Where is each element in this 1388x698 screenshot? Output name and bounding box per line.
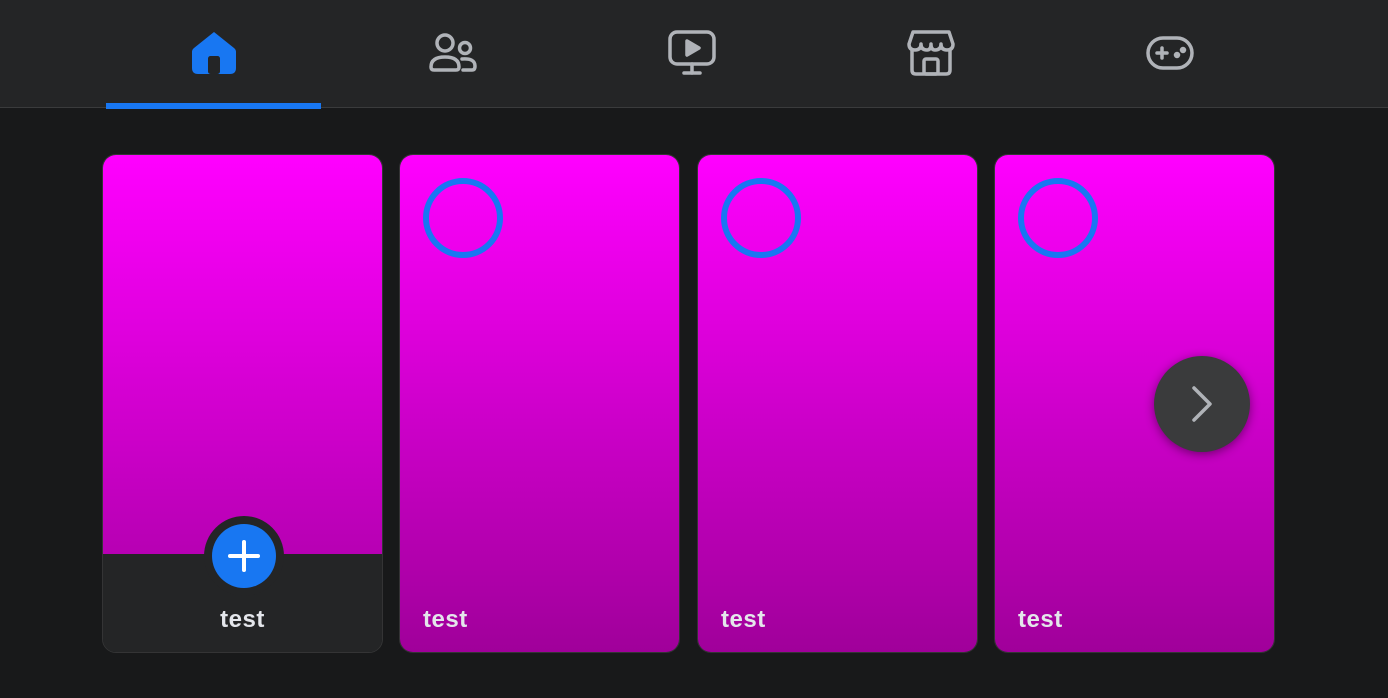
story-avatar-ring — [1018, 178, 1098, 258]
story-label: test — [721, 606, 766, 633]
story-card[interactable]: test — [399, 154, 680, 653]
add-story-button-ring — [204, 516, 284, 596]
gaming-icon — [1145, 29, 1194, 77]
story-avatar-ring — [423, 178, 503, 258]
story-label: test — [423, 606, 468, 633]
create-story-card[interactable]: test — [102, 154, 383, 653]
chevron-right-icon — [1192, 386, 1212, 422]
add-story-button[interactable] — [212, 524, 276, 588]
next-stories-button[interactable] — [1154, 356, 1250, 452]
story-avatar-ring — [721, 178, 801, 258]
plus-icon — [228, 540, 260, 572]
tab-home[interactable] — [106, 0, 321, 109]
tab-gaming[interactable] — [1062, 0, 1277, 108]
tab-marketplace[interactable] — [823, 0, 1038, 108]
top-navigation-bar — [0, 0, 1388, 109]
tab-friends[interactable] — [345, 0, 560, 108]
stories-section: test test test test — [0, 109, 1388, 698]
marketplace-icon — [906, 29, 955, 77]
story-label: test — [220, 606, 265, 633]
home-icon — [190, 29, 238, 77]
friends-icon — [428, 29, 477, 77]
story-card[interactable]: test — [697, 154, 978, 653]
watch-icon — [667, 29, 716, 77]
story-background — [103, 155, 382, 554]
tab-watch[interactable] — [584, 0, 799, 108]
story-label: test — [1018, 606, 1063, 633]
